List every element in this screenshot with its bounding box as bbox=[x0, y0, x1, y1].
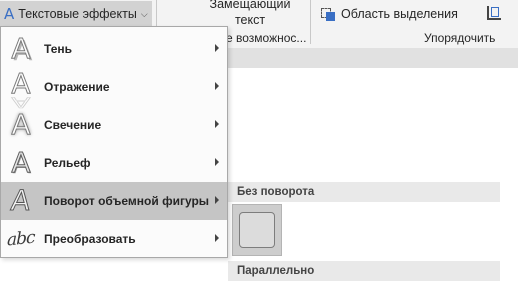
menu-item-reflection[interactable]: AA Отражение bbox=[1, 67, 227, 111]
no-rotation-preview-icon bbox=[239, 212, 275, 248]
menu-item-label: Тень bbox=[44, 42, 73, 56]
shadow-a-icon: A bbox=[11, 32, 31, 65]
glow-a-icon: A bbox=[11, 108, 31, 141]
selection-pane-icon bbox=[320, 6, 336, 22]
reflection-a-icon: AA bbox=[11, 67, 31, 111]
bevel-a-icon: A bbox=[11, 146, 31, 179]
gallery-section-parallel: Параллельно bbox=[228, 261, 500, 281]
text-effects-label: Текстовые эффекты bbox=[18, 7, 137, 21]
menu-item-bevel[interactable]: A Рельеф bbox=[1, 144, 227, 182]
chevron-right-icon bbox=[215, 196, 219, 204]
menu-item-label: Свечение bbox=[44, 118, 102, 132]
menu-item-3d-rotation[interactable]: A Поворот объемной фигуры bbox=[1, 182, 227, 220]
ribbon-separator bbox=[310, 0, 311, 44]
accessibility-group-label: е возможнос... bbox=[226, 31, 307, 45]
chevron-right-icon bbox=[215, 82, 219, 90]
3d-rotation-gallery: Без поворота Параллельно bbox=[228, 180, 518, 286]
overflow-arrange-button[interactable] bbox=[487, 6, 505, 20]
menu-item-label: Рельеф bbox=[44, 156, 91, 170]
text-effects-menu: A Тень AA Отражение A Свечение A Рельеф … bbox=[0, 26, 228, 258]
chevron-right-icon bbox=[215, 158, 219, 166]
transform-abc-icon: abc bbox=[7, 227, 35, 251]
selection-pane-label: Область выделения bbox=[341, 7, 458, 21]
align-icon bbox=[487, 6, 501, 20]
chevron-right-icon bbox=[215, 120, 219, 128]
alt-text-label-line1: Замещающий bbox=[209, 0, 291, 11]
menu-item-transform[interactable]: abc Преобразовать bbox=[1, 220, 227, 258]
text-effects-button[interactable]: A Текстовые эффекты ⌵ bbox=[0, 1, 152, 27]
chevron-right-icon bbox=[215, 44, 219, 52]
selection-pane-button[interactable]: Область выделения bbox=[320, 6, 458, 22]
arrange-group-label: Упорядочить bbox=[424, 31, 496, 45]
menu-item-label: Отражение bbox=[44, 80, 110, 94]
menu-item-shadow[interactable]: A Тень bbox=[1, 30, 227, 68]
alt-text-button[interactable]: Замещающий текст bbox=[186, 0, 314, 28]
text-effects-icon: A bbox=[4, 4, 15, 23]
3d-rotation-a-icon: A bbox=[9, 184, 33, 218]
menu-item-label: Поворот объемной фигуры bbox=[44, 194, 210, 208]
no-rotation-option[interactable] bbox=[232, 204, 282, 256]
chevron-right-icon bbox=[215, 234, 219, 242]
menu-item-label: Преобразовать bbox=[44, 232, 136, 246]
chevron-down-icon: ⌵ bbox=[140, 8, 148, 19]
menu-item-glow[interactable]: A Свечение bbox=[1, 106, 227, 144]
gallery-section-no-rotation: Без поворота bbox=[228, 182, 500, 202]
